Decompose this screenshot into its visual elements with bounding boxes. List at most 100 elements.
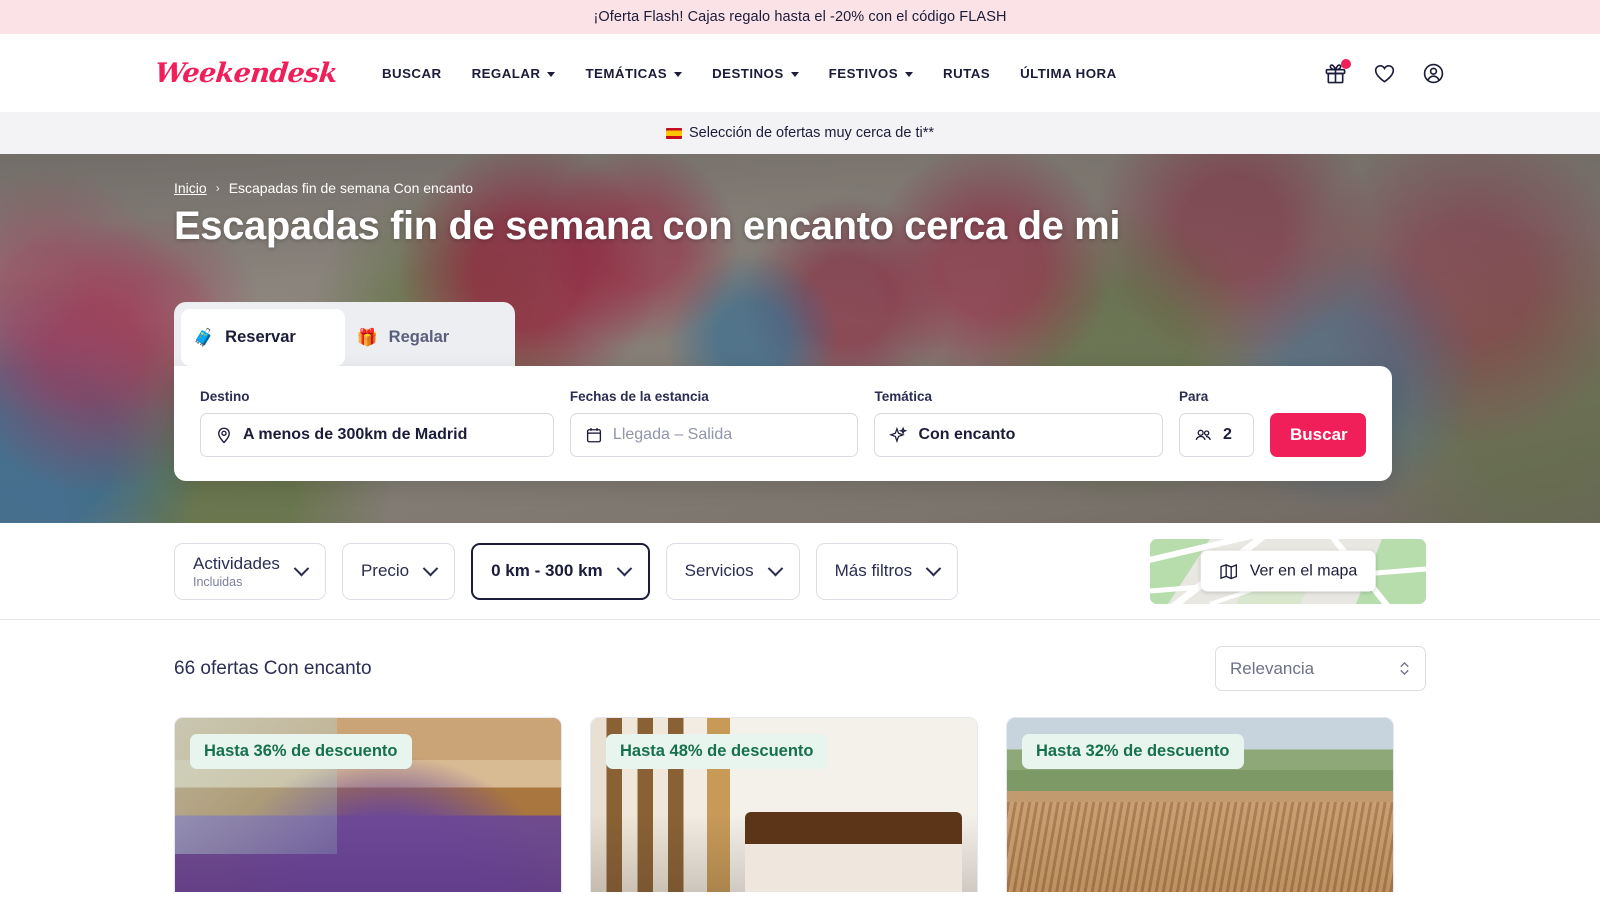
promo-banner-text: ¡Oferta Flash! Cajas regalo hasta el -20… xyxy=(593,9,1007,25)
chevron-down-icon xyxy=(790,71,799,77)
field-label-fechas: Fechas de la estancia xyxy=(569,389,709,404)
nav-label: BUSCAR xyxy=(381,65,442,81)
fechas-input[interactable]: Llegada – Salida xyxy=(569,413,859,457)
filter-actividades[interactable]: Actividades Incluidas xyxy=(174,542,326,600)
map-icon xyxy=(1220,563,1238,579)
search-submit-button[interactable]: Buscar xyxy=(1270,413,1366,457)
search-widget: 🧳 Reservar 🎁 Regalar Destino A menos de … xyxy=(174,302,1392,481)
filter-sublabel: Incluidas xyxy=(193,574,243,589)
field-fechas: Fechas de la estancia Llegada – Salida xyxy=(569,389,859,457)
offer-card[interactable]: Hasta 48% de descuento xyxy=(590,717,978,892)
geo-offers-banner-text: Selección de ofertas muy cerca de ti** xyxy=(688,125,934,141)
filter-precio[interactable]: Precio xyxy=(341,542,456,600)
sort-stepper-icon xyxy=(1398,660,1411,677)
filter-label: Servicios xyxy=(684,561,754,580)
chevron-down-icon xyxy=(767,560,783,576)
page-title: Escapadas fin de semana con encanto cerc… xyxy=(174,204,1121,248)
filter-distancia[interactable]: 0 km - 300 km xyxy=(471,542,650,600)
field-label-tematica: Temática xyxy=(874,389,932,404)
results-header: 66 ofertas Con encanto Relevancia xyxy=(0,620,1600,717)
fechas-placeholder: Llegada – Salida xyxy=(612,426,733,443)
breadcrumb-home-link[interactable]: Inicio xyxy=(174,180,207,196)
header-actions xyxy=(1324,58,1445,85)
sort-select[interactable]: Relevancia xyxy=(1215,646,1426,691)
breadcrumb-separator: › xyxy=(215,181,220,195)
para-value: 2 xyxy=(1222,426,1232,443)
nav-item-rutas[interactable]: RUTAS xyxy=(943,66,990,81)
destino-value: A menos de 300km de Madrid xyxy=(243,426,468,443)
nav-label: REGALAR xyxy=(471,65,541,81)
chevron-down-icon xyxy=(293,560,310,576)
chevron-down-icon xyxy=(905,71,914,77)
discount-badge: Hasta 32% de descuento xyxy=(1022,734,1244,769)
location-pin-icon xyxy=(218,427,230,444)
gift-icon[interactable] xyxy=(1324,58,1351,85)
tematica-value: Con encanto xyxy=(918,426,1016,443)
tab-label: Regalar xyxy=(388,328,450,346)
tab-label: Reservar xyxy=(225,328,296,346)
filter-servicios[interactable]: Servicios xyxy=(665,542,800,600)
nav-item-destinos[interactable]: DESTINOS xyxy=(712,66,799,81)
nav-label: DESTINOS xyxy=(712,65,784,81)
nav-item-tematicas[interactable]: TEMÁTICAS xyxy=(585,65,683,81)
chevron-down-icon xyxy=(422,560,439,576)
people-icon xyxy=(1195,429,1211,440)
tematica-input[interactable]: Con encanto xyxy=(874,413,1163,457)
filter-bar: Actividades Incluidas Precio 0 km - 300 … xyxy=(0,523,1600,620)
field-para: Para 2 xyxy=(1178,389,1254,457)
nav-label: RUTAS xyxy=(943,65,991,81)
nav-item-regalar[interactable]: REGALAR xyxy=(472,66,556,81)
chevron-down-icon xyxy=(547,71,556,77)
offer-card[interactable]: Hasta 36% de descuento xyxy=(174,717,562,892)
nav-label: TEMÁTICAS xyxy=(585,65,668,81)
site-logo[interactable]: Weekendesk xyxy=(153,58,338,89)
offer-cards-row: Hasta 36% de descuento Hasta 48% de desc… xyxy=(0,717,1600,892)
gift-badge-dot xyxy=(1341,58,1351,69)
gift-box-icon: 🎁 xyxy=(356,327,378,347)
chevron-down-icon xyxy=(616,560,632,576)
sparkle-icon xyxy=(889,426,908,443)
field-tematica: Temática Con encanto xyxy=(874,389,1163,457)
field-label-destino: Destino xyxy=(200,389,250,404)
nav-item-festivos[interactable]: FESTIVOS xyxy=(828,65,914,81)
heart-icon[interactable] xyxy=(1373,62,1396,85)
map-preview-card[interactable]: Ver en el mapa xyxy=(1150,538,1426,604)
nav-item-ultima-hora[interactable]: ÚLTIMA HORA xyxy=(1020,66,1117,81)
discount-badge: Hasta 36% de descuento xyxy=(190,734,412,769)
filter-label: 0 km - 300 km xyxy=(491,561,603,580)
filter-label: Más filtros xyxy=(834,561,913,580)
breadcrumb: Inicio › Escapadas fin de semana Con enc… xyxy=(174,180,1600,196)
filter-label: Actividades xyxy=(193,553,280,573)
nav-label: FESTIVOS xyxy=(828,65,899,81)
para-input[interactable]: 2 xyxy=(1178,413,1254,457)
site-header: Weekendesk BUSCAR REGALAR TEMÁTICAS DEST… xyxy=(0,34,1600,112)
chevron-down-icon xyxy=(925,560,942,576)
main-navigation: BUSCAR REGALAR TEMÁTICAS DESTINOS FESTIV… xyxy=(382,66,1117,81)
search-panel: Destino A menos de 300km de Madrid Fecha… xyxy=(174,366,1392,481)
search-tabs: 🧳 Reservar 🎁 Regalar xyxy=(174,302,515,366)
spain-flag-icon xyxy=(665,127,682,139)
hero-section: Inicio › Escapadas fin de semana Con enc… xyxy=(0,154,1600,523)
filter-label: Precio xyxy=(360,561,410,580)
account-icon[interactable] xyxy=(1422,62,1445,85)
tab-regalar[interactable]: 🎁 Regalar xyxy=(345,309,509,366)
field-label-para: Para xyxy=(1178,389,1209,404)
chevron-down-icon xyxy=(674,71,683,77)
calendar-icon xyxy=(586,428,601,443)
results-count: 66 ofertas Con encanto xyxy=(174,657,372,679)
nav-label: ÚLTIMA HORA xyxy=(1020,65,1117,81)
filter-mas-filtros[interactable]: Más filtros xyxy=(815,542,959,600)
sort-value: Relevancia xyxy=(1230,658,1315,678)
offer-card[interactable]: Hasta 32% de descuento xyxy=(1006,717,1394,892)
tab-reservar[interactable]: 🧳 Reservar xyxy=(181,309,345,366)
nav-item-buscar[interactable]: BUSCAR xyxy=(382,66,442,81)
view-on-map-label: Ver en el mapa xyxy=(1249,562,1358,579)
promo-banner: ¡Oferta Flash! Cajas regalo hasta el -20… xyxy=(0,0,1600,34)
field-destino: Destino A menos de 300km de Madrid xyxy=(200,389,554,457)
discount-badge: Hasta 48% de descuento xyxy=(606,734,828,769)
breadcrumb-current: Escapadas fin de semana Con encanto xyxy=(228,180,474,196)
view-on-map-button[interactable]: Ver en el mapa xyxy=(1200,550,1376,592)
suitcase-icon: 🧳 xyxy=(193,327,215,347)
geo-offers-banner: Selección de ofertas muy cerca de ti** xyxy=(0,112,1600,154)
destino-input[interactable]: A menos de 300km de Madrid xyxy=(200,413,554,457)
